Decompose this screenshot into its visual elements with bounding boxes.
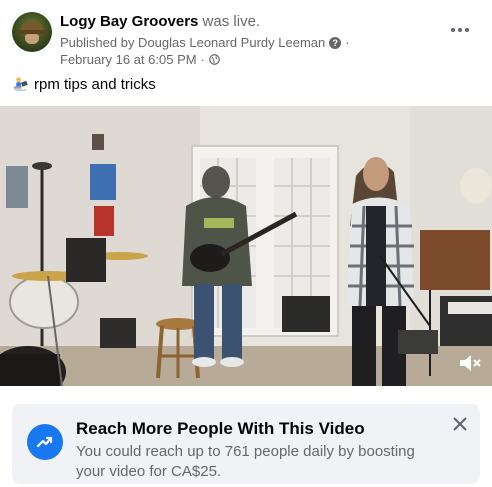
post-timestamp[interactable]: February 16 at 6:05 PM [60, 52, 197, 67]
post-caption: rpm tips and tricks [12, 76, 156, 93]
post-title-line: Logy Bay Groovers was live. [60, 13, 260, 30]
video-frame [0, 106, 492, 386]
post-header: Logy Bay Groovers was live. Published by… [12, 12, 480, 67]
more-options-icon[interactable] [448, 18, 472, 42]
caption-text: rpm tips and tricks [34, 76, 156, 93]
globe-icon[interactable] [209, 54, 220, 65]
help-icon[interactable]: ? [329, 36, 342, 49]
page-name-link[interactable]: Logy Bay Groovers [60, 13, 198, 30]
trending-up-icon [27, 424, 63, 460]
separator-dot: · [200, 52, 205, 67]
avatar-face [25, 34, 39, 44]
boost-description: You could reach up to 761 people daily b… [76, 443, 415, 480]
separator-dot: · [345, 35, 350, 50]
timestamp-line: February 16 at 6:05 PM · [60, 52, 220, 67]
boost-title[interactable]: Reach More People With This Video [76, 419, 365, 439]
published-by-text: Published by Douglas Leonard Purdy Leema… [60, 35, 326, 50]
page-avatar[interactable] [12, 12, 52, 52]
person-with-laptop-emoji-icon [13, 77, 28, 92]
volume-muted-icon[interactable] [456, 350, 482, 376]
live-status-text: was live. [198, 13, 261, 30]
published-by-line: Published by Douglas Leonard Purdy Leema… [60, 35, 350, 50]
video-player[interactable] [0, 106, 492, 386]
boost-promo-card: Reach More People With This Video You co… [12, 404, 480, 484]
close-icon[interactable] [452, 416, 468, 432]
